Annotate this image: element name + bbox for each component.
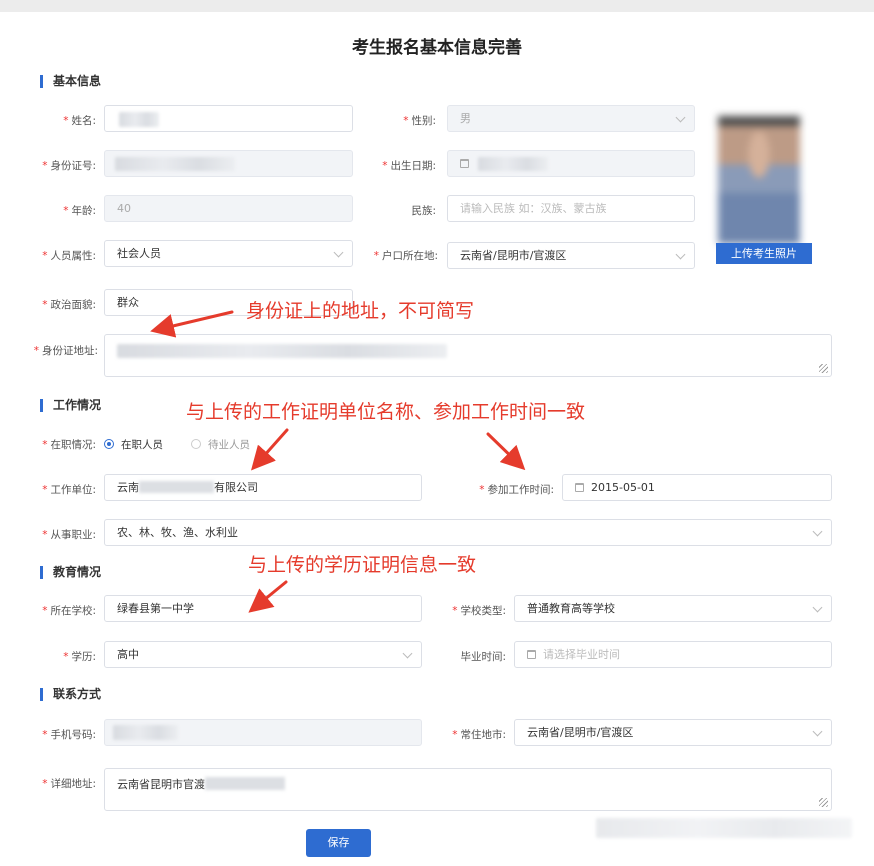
arrow-employer <box>251 428 289 471</box>
arrow-work-start <box>486 432 526 471</box>
arrow-school <box>248 580 288 613</box>
arrow-id-address <box>150 310 234 338</box>
annotation-arrows <box>150 310 526 613</box>
